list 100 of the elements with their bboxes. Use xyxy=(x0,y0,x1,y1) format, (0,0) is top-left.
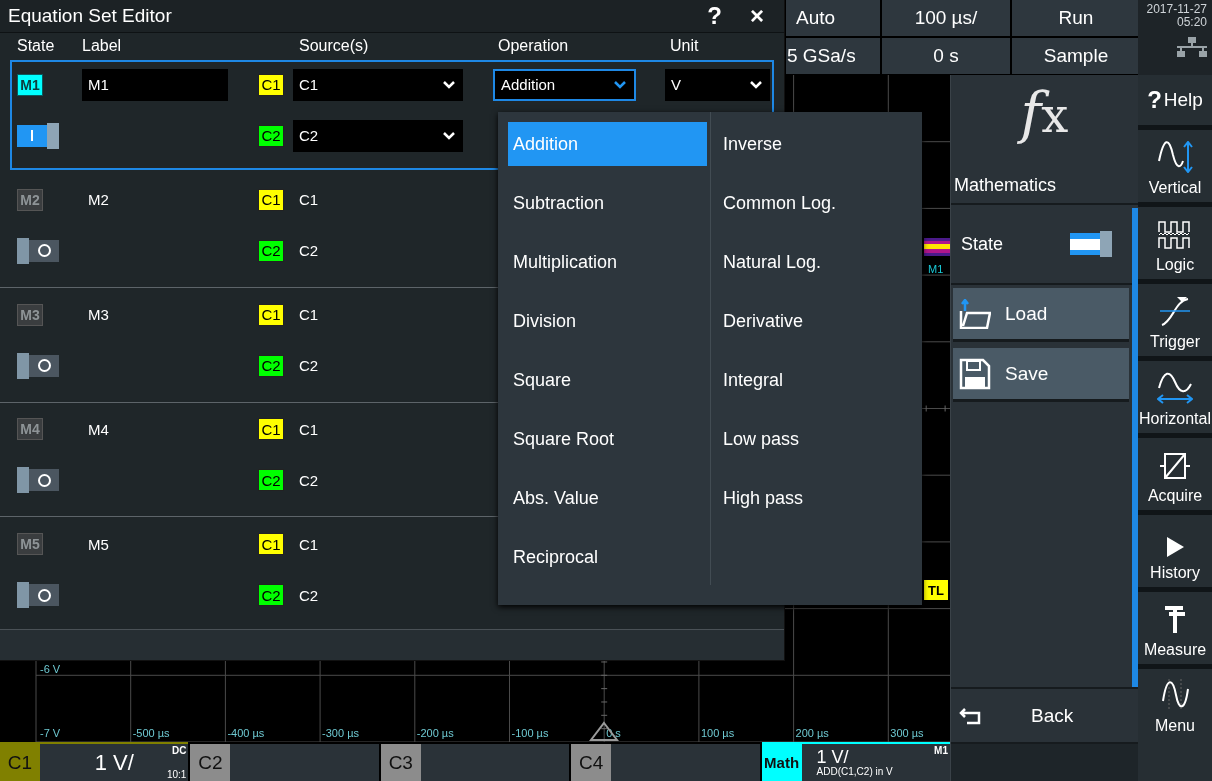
chevron-down-icon xyxy=(443,80,455,89)
source-text: C2 xyxy=(298,471,320,489)
axis-label: -300 µs xyxy=(322,727,359,739)
return-icon xyxy=(959,706,981,725)
header-button[interactable]: Sample xyxy=(1012,38,1140,74)
panel-title: Mathematics xyxy=(953,175,1058,196)
math-badge: M3 xyxy=(17,303,43,326)
menu-item[interactable]: Square xyxy=(508,358,707,402)
scale-text: 1 V/ xyxy=(816,748,849,766)
load-button[interactable]: Load xyxy=(953,288,1129,342)
menu-item[interactable]: Multiplication xyxy=(508,240,707,284)
header-button[interactable]: 0 s xyxy=(882,38,1010,74)
menu-item[interactable]: Reciprocal xyxy=(508,535,707,579)
header-button[interactable]: Run xyxy=(1012,0,1140,36)
header-button[interactable]: 5 GSa/s xyxy=(786,38,880,74)
toggle-switch[interactable] xyxy=(1070,233,1112,255)
toggle-switch[interactable] xyxy=(17,239,59,262)
menu-item[interactable]: Common Log. xyxy=(718,181,917,225)
column-header: State xyxy=(17,37,56,56)
source-text: C1 xyxy=(298,420,320,438)
channel-info[interactable]: 1 V/ ADD(C1,C2) in V M1 xyxy=(801,744,950,781)
channel-badge: C1 xyxy=(258,418,284,441)
channel-badge: C2 xyxy=(258,354,284,377)
channel-badge: C2 xyxy=(258,124,284,147)
axis-label: -7 V xyxy=(40,727,61,739)
label-text: M3 xyxy=(87,306,110,323)
sidebar-button[interactable]: Acquire xyxy=(1138,438,1212,510)
header-button[interactable]: 100 µs/ xyxy=(882,0,1010,36)
trigger-curve-icon xyxy=(1159,295,1191,327)
operation-dropdown[interactable]: Addition xyxy=(493,68,636,101)
state-label: State xyxy=(961,233,1005,255)
math-badge: M1 xyxy=(17,73,43,96)
channel-badge: C1 xyxy=(258,188,284,211)
sine-arrow-icon xyxy=(1157,141,1193,173)
math-badge: M5 xyxy=(17,533,43,556)
menu-item[interactable]: Derivative xyxy=(718,299,917,343)
label-text: M4 xyxy=(87,420,110,438)
axis-label: -200 µs xyxy=(416,727,454,739)
chevron-down-icon xyxy=(750,80,762,89)
dialog-title: Equation Set Editor xyxy=(8,4,173,27)
expression-text: ADD(C1,C2) in V xyxy=(816,766,893,777)
column-header: Label xyxy=(82,37,123,56)
column-header: Unit xyxy=(669,37,700,56)
toggle-switch[interactable] xyxy=(17,584,59,607)
sidebar-button[interactable]: Measure xyxy=(1138,592,1212,664)
sidebar-button[interactable]: Vertical xyxy=(1138,130,1212,202)
coupling-text: DC xyxy=(171,745,187,756)
save-button[interactable]: Save xyxy=(953,348,1129,402)
time-text: 05:20 xyxy=(1176,16,1207,29)
menu-item[interactable]: Square Root xyxy=(508,417,707,461)
channel-label[interactable]: Math xyxy=(761,744,802,781)
header-button[interactable]: Auto xyxy=(786,0,880,36)
toggle-switch[interactable] xyxy=(17,124,59,147)
source-dropdown[interactable]: C2 xyxy=(293,119,463,152)
channel-label[interactable]: C4 xyxy=(571,744,612,781)
menu-item[interactable]: High pass xyxy=(718,476,917,520)
menu-item[interactable]: Natural Log. xyxy=(718,240,917,284)
play-icon xyxy=(1165,536,1185,558)
menu-item[interactable]: Integral xyxy=(718,358,917,402)
menu-item[interactable]: Subtraction xyxy=(508,181,707,225)
source-dropdown[interactable]: C1 xyxy=(293,68,463,101)
axis-label: -500 µs xyxy=(132,727,170,739)
source-text: C1 xyxy=(298,306,320,323)
sidebar-button[interactable]: History xyxy=(1138,515,1212,587)
menu-item[interactable]: Low pass xyxy=(718,417,917,461)
channel-info[interactable]: 1 V/ DC 10:1 xyxy=(40,744,189,781)
sidebar-button[interactable]: Horizontal xyxy=(1138,361,1212,433)
sine-horizontal-arrow-icon xyxy=(1157,372,1193,404)
channel-badge: C1 xyxy=(258,73,284,96)
menu-item[interactable]: Division xyxy=(508,299,707,343)
sidebar-button[interactable]: Logic xyxy=(1138,207,1212,279)
date-text: 2017-11-27 xyxy=(1146,3,1207,16)
toggle-switch[interactable] xyxy=(17,354,59,377)
label-field[interactable]: M1 xyxy=(82,68,228,101)
channel-label[interactable]: C3 xyxy=(380,744,421,781)
toggle-switch[interactable] xyxy=(17,469,59,492)
axis-label: -100 µs xyxy=(511,727,549,739)
sidebar-button[interactable]: Menu xyxy=(1138,669,1212,781)
label-text: M2 xyxy=(87,191,110,209)
sidebar-button[interactable]: Trigger xyxy=(1138,284,1212,356)
source-text: C2 xyxy=(298,586,320,604)
axis-label: 300 µs xyxy=(890,727,924,739)
unit-dropdown[interactable]: V xyxy=(665,68,770,101)
menu-item[interactable]: Abs. Value xyxy=(508,476,707,520)
channel-badge: C2 xyxy=(258,469,284,492)
help-button[interactable]: ?Help xyxy=(1138,75,1212,125)
probe-text: 10:1 xyxy=(166,769,187,780)
close-button[interactable]: × xyxy=(742,0,772,31)
converter-icon xyxy=(1159,451,1191,481)
column-header: Source(s) xyxy=(298,37,370,56)
sine-icon xyxy=(1161,677,1189,711)
trigger-level-marker: TL xyxy=(924,580,948,600)
channel-label[interactable]: C2 xyxy=(190,744,231,781)
trace-label: M1 xyxy=(928,263,944,275)
column-header: Operation xyxy=(497,37,570,56)
channel-label[interactable]: C1 xyxy=(0,744,40,781)
axis-label: -400 µs xyxy=(227,727,265,739)
source-text: C2 xyxy=(298,357,320,374)
caliper-icon xyxy=(1163,605,1187,635)
help-button[interactable]: ? xyxy=(699,0,730,31)
